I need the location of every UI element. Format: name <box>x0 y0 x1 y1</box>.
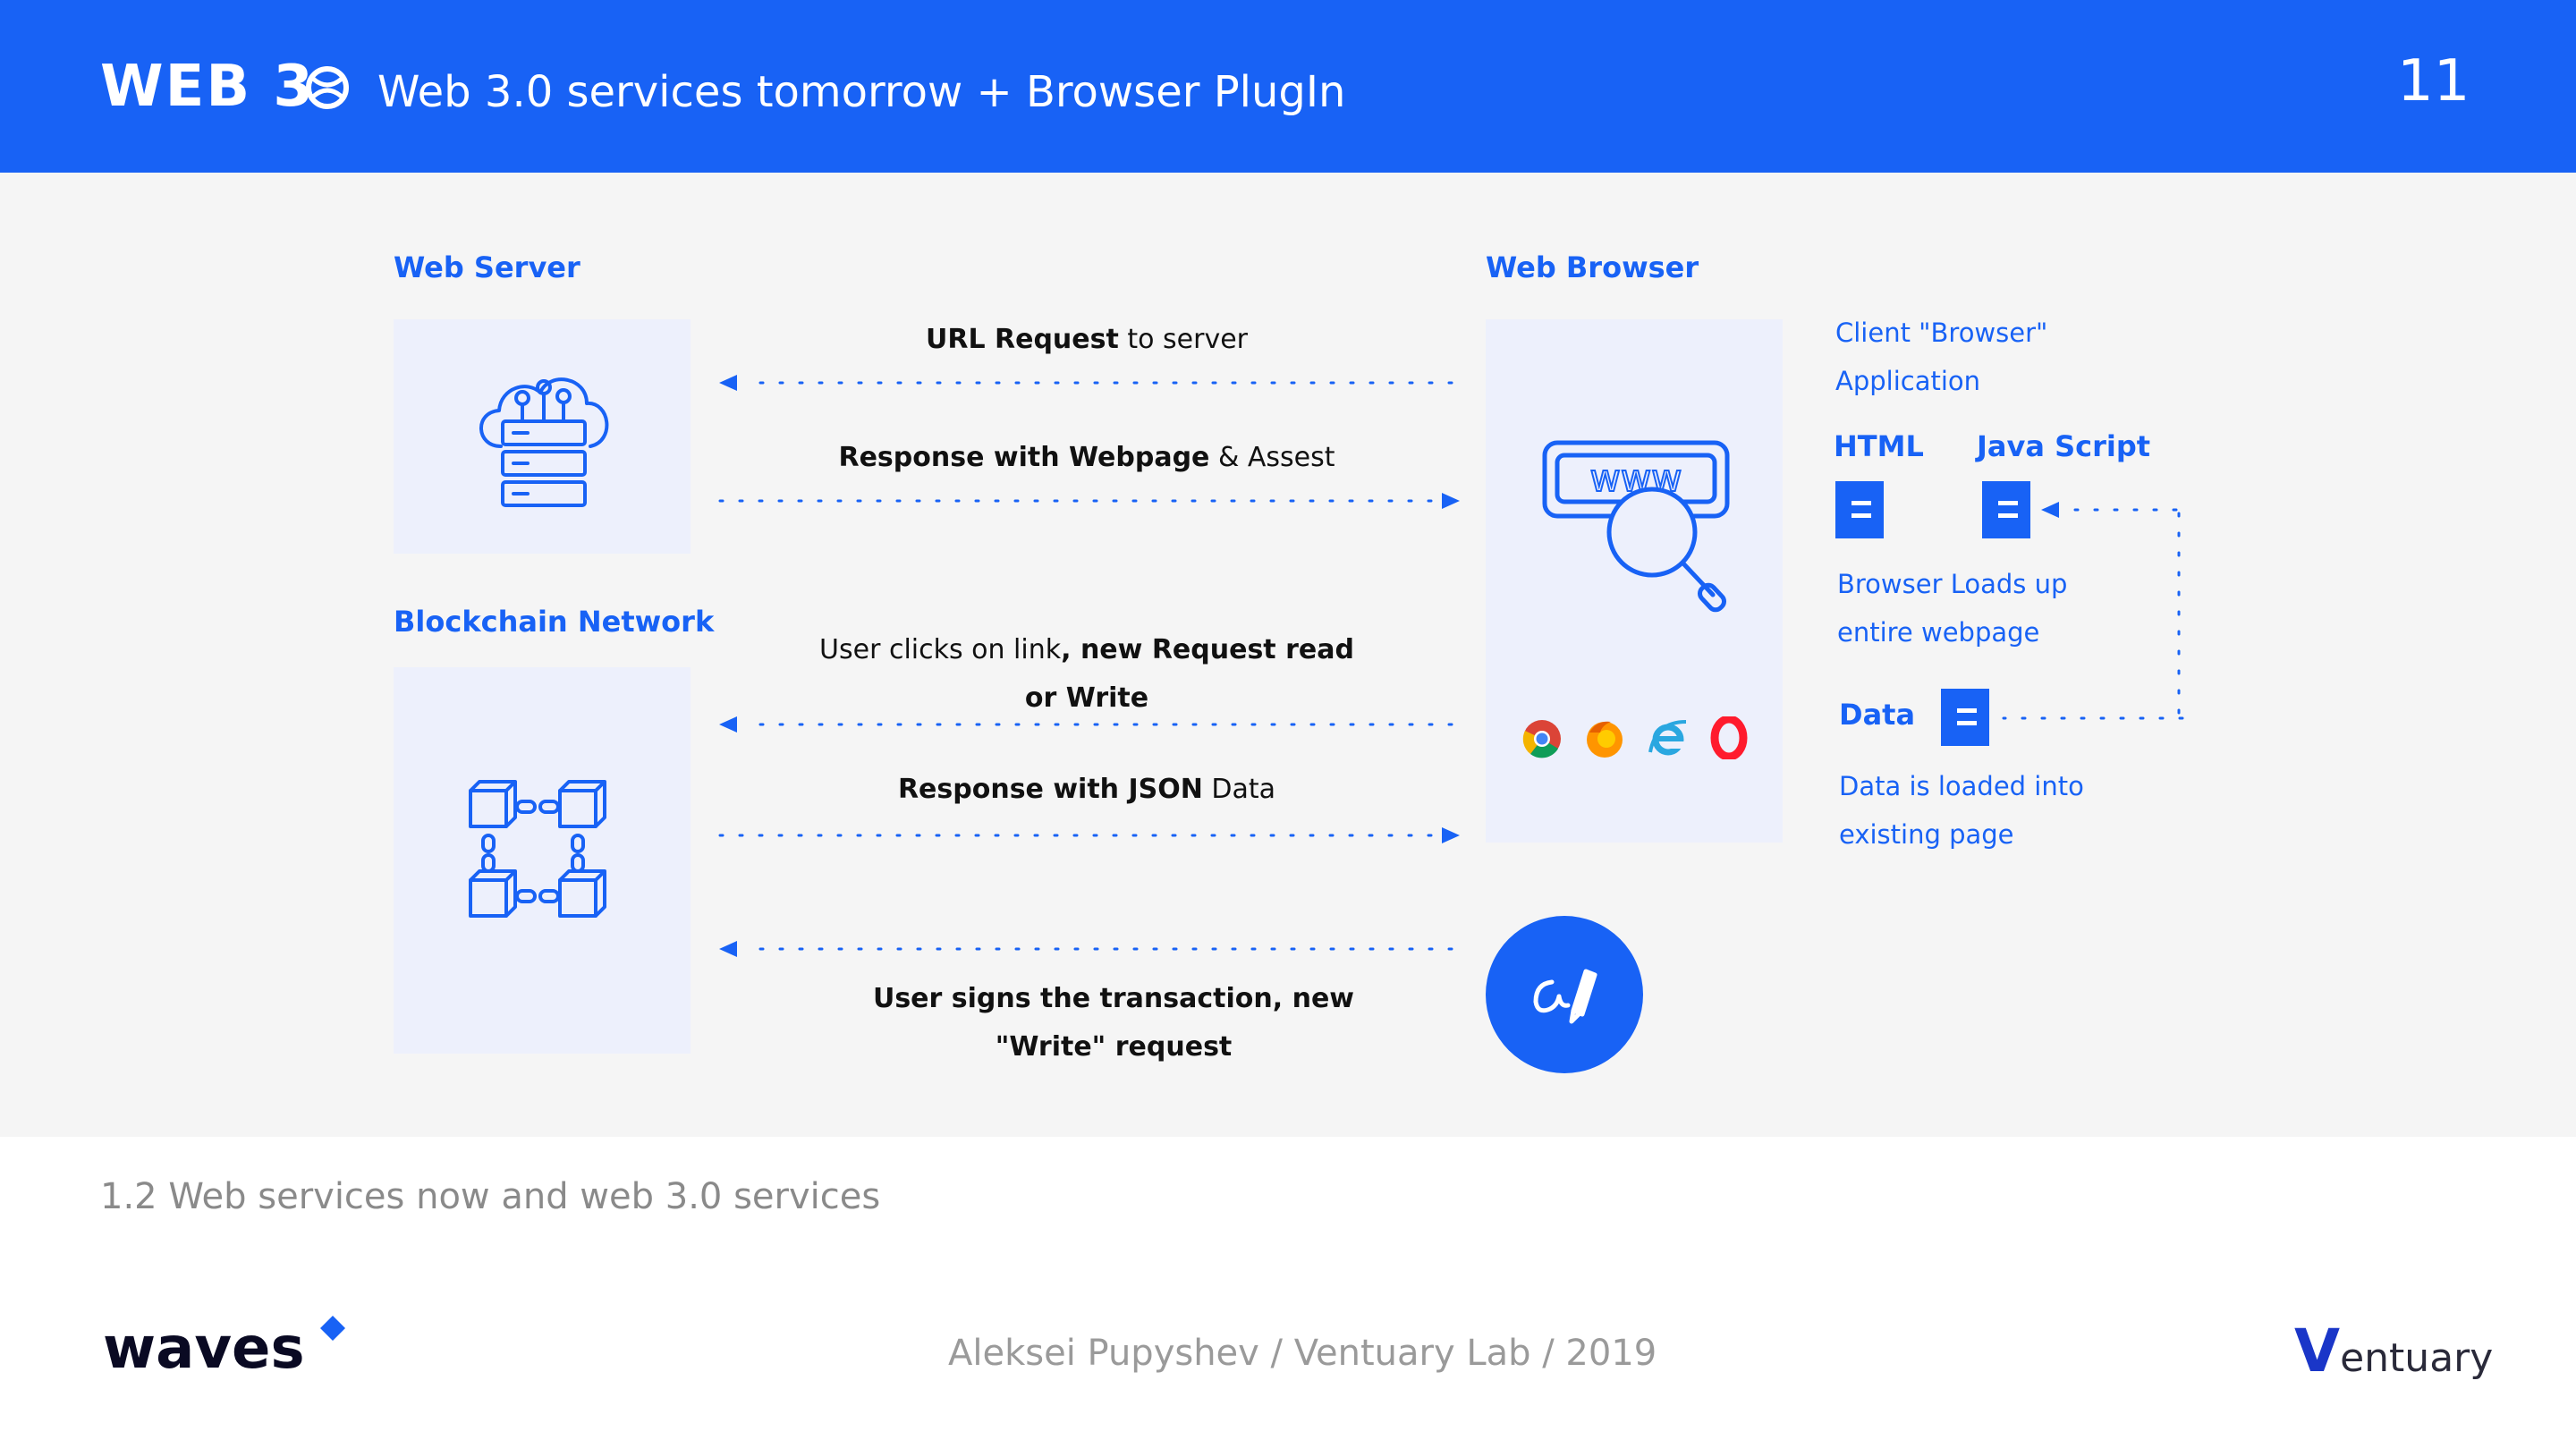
arrow-head-left <box>2041 502 2059 518</box>
data-document-icon <box>1941 689 1989 746</box>
waves-logo: waves <box>103 1315 345 1383</box>
browser-loads-note: Browser Loads up entire webpage <box>1837 569 2068 648</box>
ventuary-logo-text: entuary <box>2340 1335 2494 1381</box>
arrow-head-right <box>1442 827 1460 843</box>
arrow-head-right <box>1442 493 1460 509</box>
diamond-icon <box>320 1316 345 1341</box>
html-label: HTML <box>1834 429 1924 463</box>
javascript-document-icon <box>1982 481 2030 538</box>
ventuary-logo: Ventuary <box>2294 1320 2493 1390</box>
ventuary-logo-v: V <box>2294 1317 2341 1385</box>
client-app-note: Client "Browser" Application <box>1835 318 2048 396</box>
html-document-icon <box>1835 481 1884 538</box>
slide-caption: 1.2 Web services now and web 3.0 service… <box>100 1176 881 1217</box>
author-credit: Aleksei Pupyshev / Ventuary Lab / 2019 <box>948 1333 1657 1374</box>
flow-arrows <box>718 375 2184 957</box>
waves-logo-text: waves <box>103 1316 305 1382</box>
data-loaded-note: Data is loaded into existing page <box>1839 771 2084 850</box>
javascript-label: Java Script <box>1977 429 2151 463</box>
data-label: Data <box>1839 698 1916 732</box>
arrow-head-left <box>719 375 737 391</box>
arrow-head-left <box>719 716 737 733</box>
arrow-head-left <box>719 941 737 957</box>
